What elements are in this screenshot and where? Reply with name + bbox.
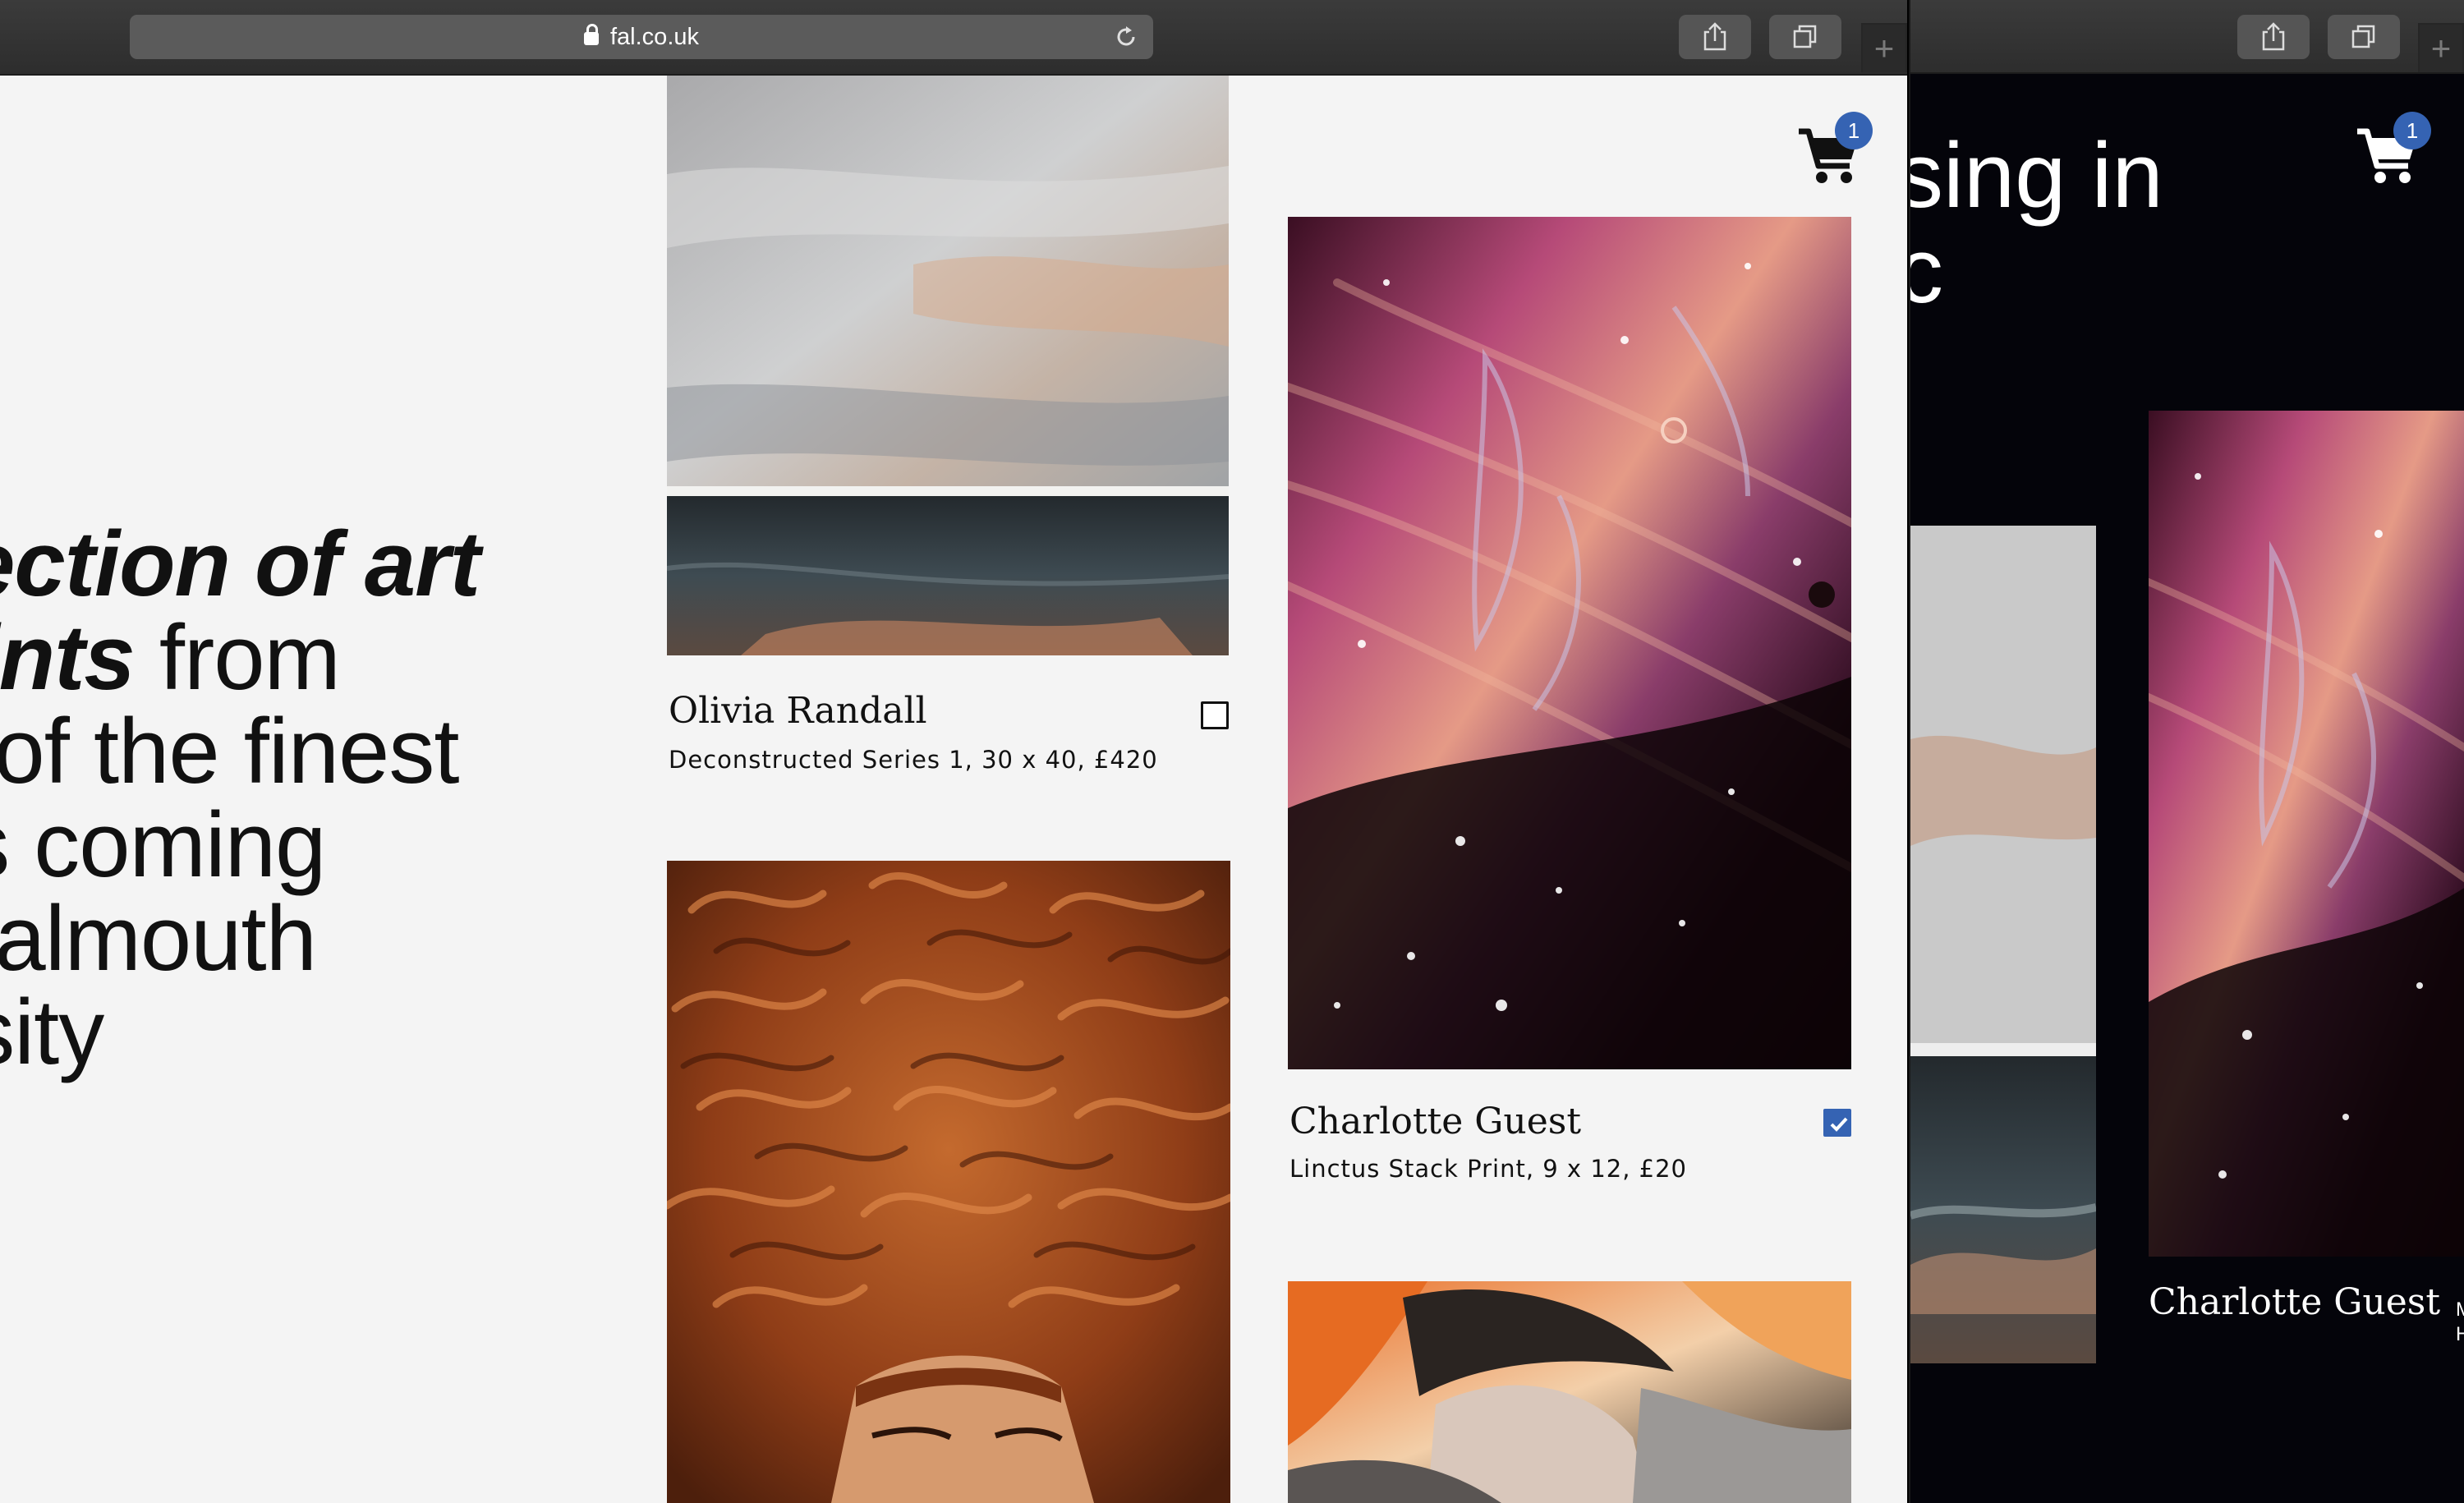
tabs-icon [2351,25,2375,48]
artwork-select-checkbox-checked[interactable] [1823,1109,1851,1137]
browser-toolbar: fal.co.uk + [0,0,1907,76]
artwork-artist[interactable]: Charlotte Guest [1289,1101,1581,1142]
url-text: fal.co.uk [610,24,699,50]
artwork-artist[interactable]: Olivia Randall [669,690,927,732]
back-hero-heading: sing in c [1909,124,2163,319]
hero-line: Falmouth [0,887,317,990]
artwork-details: Deconstructed Series 1, 30 x 40, £420 [669,746,1158,774]
artwork-details: Linctus Stack Print, 9 x 12, £20 [1289,1155,1688,1183]
new-tab-button[interactable]: + [2418,23,2464,72]
hero-line: - of the finest [0,700,459,802]
share-button[interactable] [2237,15,2310,59]
hero-line: lection of art [0,512,480,615]
address-url: fal.co.uk [130,23,1153,51]
artwork-image-olivia-randall[interactable] [667,76,1229,655]
address-bar[interactable]: fal.co.uk [130,15,1153,59]
artwork-artist[interactable]: Charlotte Guest [2149,1281,2440,1323]
back-hero-line: c [1910,223,2163,319]
plus-icon: + [1873,29,1895,67]
hero-heading: lection of art rints from - of the fines… [0,517,480,1079]
artwork-select-checkbox[interactable] [1201,701,1229,729]
browser-window-background[interactable]: + sing in c 1 [1909,0,2464,1503]
cart-button[interactable]: 1 [1795,112,1873,189]
artwork-image[interactable] [1288,1281,1851,1503]
hero-line: rints from [0,606,341,709]
share-icon [2262,22,2285,51]
cart-count-badge: 1 [1835,112,1873,149]
lock-icon [584,24,599,45]
artwork-image-charlotte-guest[interactable] [1288,217,1851,1069]
artwork-image-olivia-randall[interactable] [1910,526,2096,1363]
tabs-icon [1793,25,1817,48]
browser-toolbar: + [1910,0,2464,74]
plus-icon: + [2430,29,2452,67]
back-hero-line: sing in [1909,124,2163,227]
browser-window-main: fal.co.uk + lection of art rints from - … [0,0,1907,1503]
checkmark-icon [1830,1117,1848,1132]
share-button[interactable] [1679,15,1751,59]
share-icon [1703,22,1726,51]
tabs-button[interactable] [1769,15,1841,59]
hero-line: ts coming [0,793,326,896]
artwork-image[interactable] [667,861,1230,1503]
cart-count-badge: 1 [2393,112,2431,149]
artwork-image-charlotte-guest[interactable] [2149,411,2464,1257]
hero-line: rsity [0,981,104,1083]
new-tab-button[interactable]: + [1861,23,1907,72]
tabs-button[interactable] [2328,15,2400,59]
reload-icon[interactable] [1114,25,1138,49]
artwork-details-fragment: M H [2456,1298,2464,1347]
cart-button[interactable]: 1 [2354,112,2431,189]
